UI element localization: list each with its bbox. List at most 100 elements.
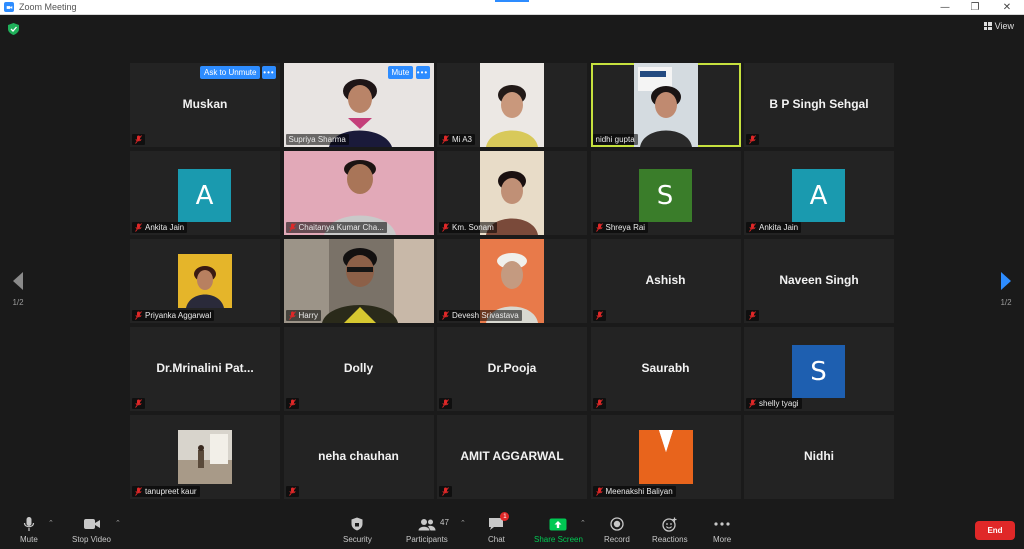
chat-unread-badge: 1 (500, 512, 510, 521)
muted-mic-icon (749, 223, 756, 232)
participant-name: Ankita Jain (145, 223, 185, 232)
muted-mic-icon (288, 399, 296, 408)
participant-tile[interactable]: Naveen Singh (744, 239, 894, 323)
nameplate: Priyanka Aggarwal (132, 310, 215, 321)
participant-tile[interactable]: Priyanka Aggarwal (130, 239, 280, 323)
security-label: Security (343, 535, 372, 544)
participant-tile[interactable]: Harry (283, 239, 434, 323)
participant-tile[interactable]: Chaitanya Kumar Cha... (283, 151, 434, 235)
participant-tile[interactable]: Mute ••• Supriya Sharma (283, 63, 434, 147)
muted-mic-icon (595, 399, 603, 408)
muted-mic-icon (442, 311, 449, 320)
share-options-caret-icon[interactable]: ⌃ (580, 519, 586, 527)
reactions-label: Reactions (652, 535, 688, 544)
nameplate: Supriya Sharma (285, 134, 349, 145)
chat-button[interactable]: 1 Chat (488, 512, 510, 544)
participant-tile[interactable]: neha chauhan (283, 415, 434, 499)
participant-tile[interactable]: B P Singh Sehgal (744, 63, 894, 147)
participant-tile[interactable]: Saurabh (590, 327, 741, 411)
participant-tile[interactable]: S shelly tyagi (744, 327, 894, 411)
video-feed (480, 63, 544, 147)
tile-more-button[interactable]: ••• (415, 66, 430, 79)
participant-name: Supriya Sharma (288, 135, 346, 144)
participant-tile[interactable]: Ashish (590, 239, 741, 323)
participant-tile[interactable]: A Ankita Jain (744, 151, 894, 235)
muted-mic-icon (135, 487, 142, 496)
shield-icon[interactable] (8, 23, 19, 35)
title-bar: Zoom Meeting — ❐ ✕ (0, 0, 1024, 15)
muted-mic-icon (135, 135, 142, 144)
participant-name: shelly tyagi (759, 399, 799, 408)
participants-options-caret-icon[interactable]: ⌃ (460, 519, 466, 527)
window-title: Zoom Meeting (19, 2, 77, 12)
participant-name-large: neha chauhan (318, 449, 399, 463)
record-button[interactable]: Record (604, 515, 630, 544)
muted-mic-icon (135, 311, 142, 320)
tile-more-button[interactable]: ••• (262, 66, 276, 79)
participants-label: Participants (406, 535, 448, 544)
nameplate: Shreya Rai (592, 222, 649, 233)
muted-mic-icon (135, 223, 142, 232)
video-feed (633, 63, 698, 147)
participant-tile[interactable]: Meenakshi Baliyan (590, 415, 741, 499)
participant-name-large: Dolly (343, 361, 374, 375)
reactions-emoji-icon (662, 515, 677, 533)
participant-tile[interactable]: tanupreet kaur (130, 415, 280, 499)
participant-avatar: A (178, 169, 231, 222)
mute-button[interactable]: Mute (387, 66, 414, 79)
stop-video-button[interactable]: Stop Video (72, 515, 111, 544)
nameplate (285, 486, 299, 497)
participant-tile[interactable]: AMIT AGGARWAL (437, 415, 587, 499)
share-screen-label: Share Screen (534, 535, 583, 544)
nameplate: Harry (285, 310, 322, 321)
microphone-icon (23, 515, 35, 533)
close-button[interactable]: ✕ (992, 0, 1022, 15)
participant-tile[interactable]: Dr.Pooja (437, 327, 587, 411)
arrow-right-icon (1001, 272, 1011, 290)
security-button[interactable]: Security (343, 515, 372, 544)
page-indicator-right: 1/2 (1000, 298, 1012, 307)
nameplate (746, 134, 759, 145)
video-options-caret-icon[interactable]: ⌃ (115, 519, 121, 527)
share-screen-button[interactable]: Share Screen (534, 515, 583, 544)
participant-tile[interactable]: Devesh Srivastava (437, 239, 587, 323)
minimize-button[interactable]: — (930, 0, 960, 15)
participant-tile[interactable]: Dolly (283, 327, 434, 411)
participant-name: tanupreet kaur (145, 487, 197, 496)
participant-name-large: Dr.Mrinalini Pat... (156, 361, 254, 375)
participant-tile[interactable]: Km. Sonam (437, 151, 587, 235)
view-button[interactable]: View (983, 21, 1014, 31)
participant-tile[interactable]: Ask to Unmute ••• Muskan (130, 63, 280, 147)
participant-avatar: S (792, 345, 845, 398)
nameplate (592, 398, 606, 409)
mute-label: Mute (20, 535, 38, 544)
next-page-button[interactable]: 1/2 (996, 272, 1016, 307)
participant-tile[interactable]: Nidhi (744, 415, 894, 499)
zoom-app-icon (4, 2, 14, 12)
audio-options-caret-icon[interactable]: ⌃ (48, 519, 54, 527)
nameplate: Ankita Jain (132, 222, 188, 233)
previous-page-button[interactable]: 1/2 (8, 272, 28, 307)
muted-mic-icon (442, 135, 449, 144)
end-meeting-button[interactable]: End (975, 521, 1015, 540)
nameplate (132, 134, 145, 145)
more-button[interactable]: More (713, 515, 731, 544)
gallery-grid: Ask to Unmute ••• Muskan Mute ••• Supriy… (130, 63, 894, 499)
reactions-button[interactable]: Reactions (652, 515, 688, 544)
participant-tile[interactable]: A Ankita Jain (130, 151, 280, 235)
participant-name-large: AMIT AGGARWAL (460, 449, 564, 463)
restore-button[interactable]: ❐ (960, 0, 990, 15)
muted-mic-icon (595, 223, 603, 232)
mute-toolbar-button[interactable]: Mute (20, 515, 38, 544)
ask-to-unmute-button[interactable]: Ask to Unmute (200, 66, 261, 79)
participant-name: Meenakshi Baliyan (605, 487, 673, 496)
participant-tile[interactable]: S Shreya Rai (590, 151, 741, 235)
participant-tile[interactable]: Dr.Mrinalini Pat... (130, 327, 280, 411)
participant-name: nidhi gupta (595, 135, 635, 144)
profile-photo (178, 254, 232, 308)
profile-photo (638, 430, 693, 484)
more-dots-icon (714, 515, 730, 533)
meeting-stage: View 1/2 1/2 Ask to Unmute ••• Muskan Mu… (0, 15, 1024, 511)
participant-tile-active-speaker[interactable]: nidhi gupta (590, 63, 741, 147)
participant-tile[interactable]: Mi A3 (437, 63, 587, 147)
